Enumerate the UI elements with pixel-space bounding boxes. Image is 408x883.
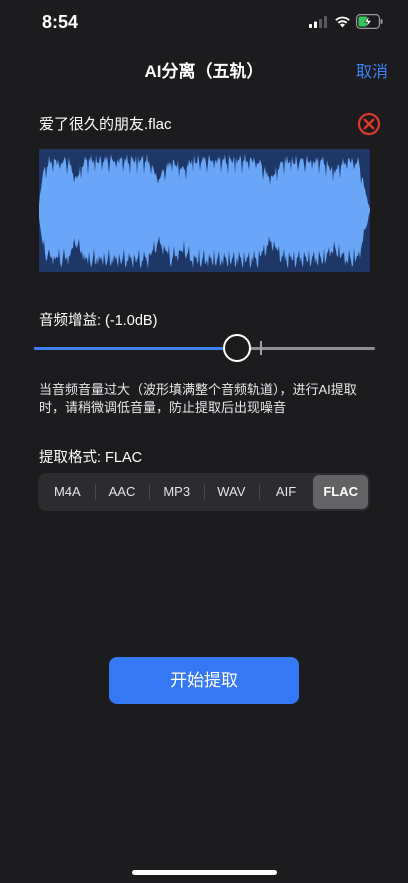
- format-option-m4a[interactable]: M4A: [40, 475, 95, 509]
- slider-zero-mark: [259, 341, 262, 355]
- format-segmented-control: M4A AAC MP3 WAV AIF FLAC: [38, 473, 370, 511]
- audio-waveform: [39, 149, 370, 272]
- status-time: 8:54: [42, 12, 79, 32]
- volume-hint: 当音频音量过大（波形填满整个音频轨道），进行AI提取时，请稍微调低音量，防止提取…: [39, 382, 357, 415]
- gain-label: 音频增益: (-1.0dB): [39, 313, 158, 329]
- format-option-aac[interactable]: AAC: [94, 475, 150, 509]
- gain-slider[interactable]: [34, 332, 375, 364]
- signal-icon: [309, 16, 327, 28]
- page-title: AI分离（五轨）: [144, 62, 264, 81]
- slider-fill: [34, 347, 237, 350]
- format-option-flac[interactable]: FLAC: [313, 475, 369, 509]
- format-option-wav[interactable]: WAV: [204, 475, 259, 509]
- wifi-icon: [335, 16, 350, 28]
- battery-charging-icon: [356, 14, 383, 29]
- format-label: 提取格式: FLAC: [39, 450, 143, 466]
- format-option-aif[interactable]: AIF: [258, 475, 314, 509]
- close-circle-icon[interactable]: [357, 112, 381, 136]
- start-extract-button[interactable]: 开始提取: [109, 657, 299, 704]
- cancel-button[interactable]: 取消: [356, 58, 388, 82]
- home-indicator: [132, 870, 277, 875]
- slider-thumb[interactable]: [222, 334, 251, 362]
- format-option-mp3[interactable]: MP3: [149, 475, 204, 509]
- file-name: 爱了很久的朋友.flac: [39, 116, 172, 133]
